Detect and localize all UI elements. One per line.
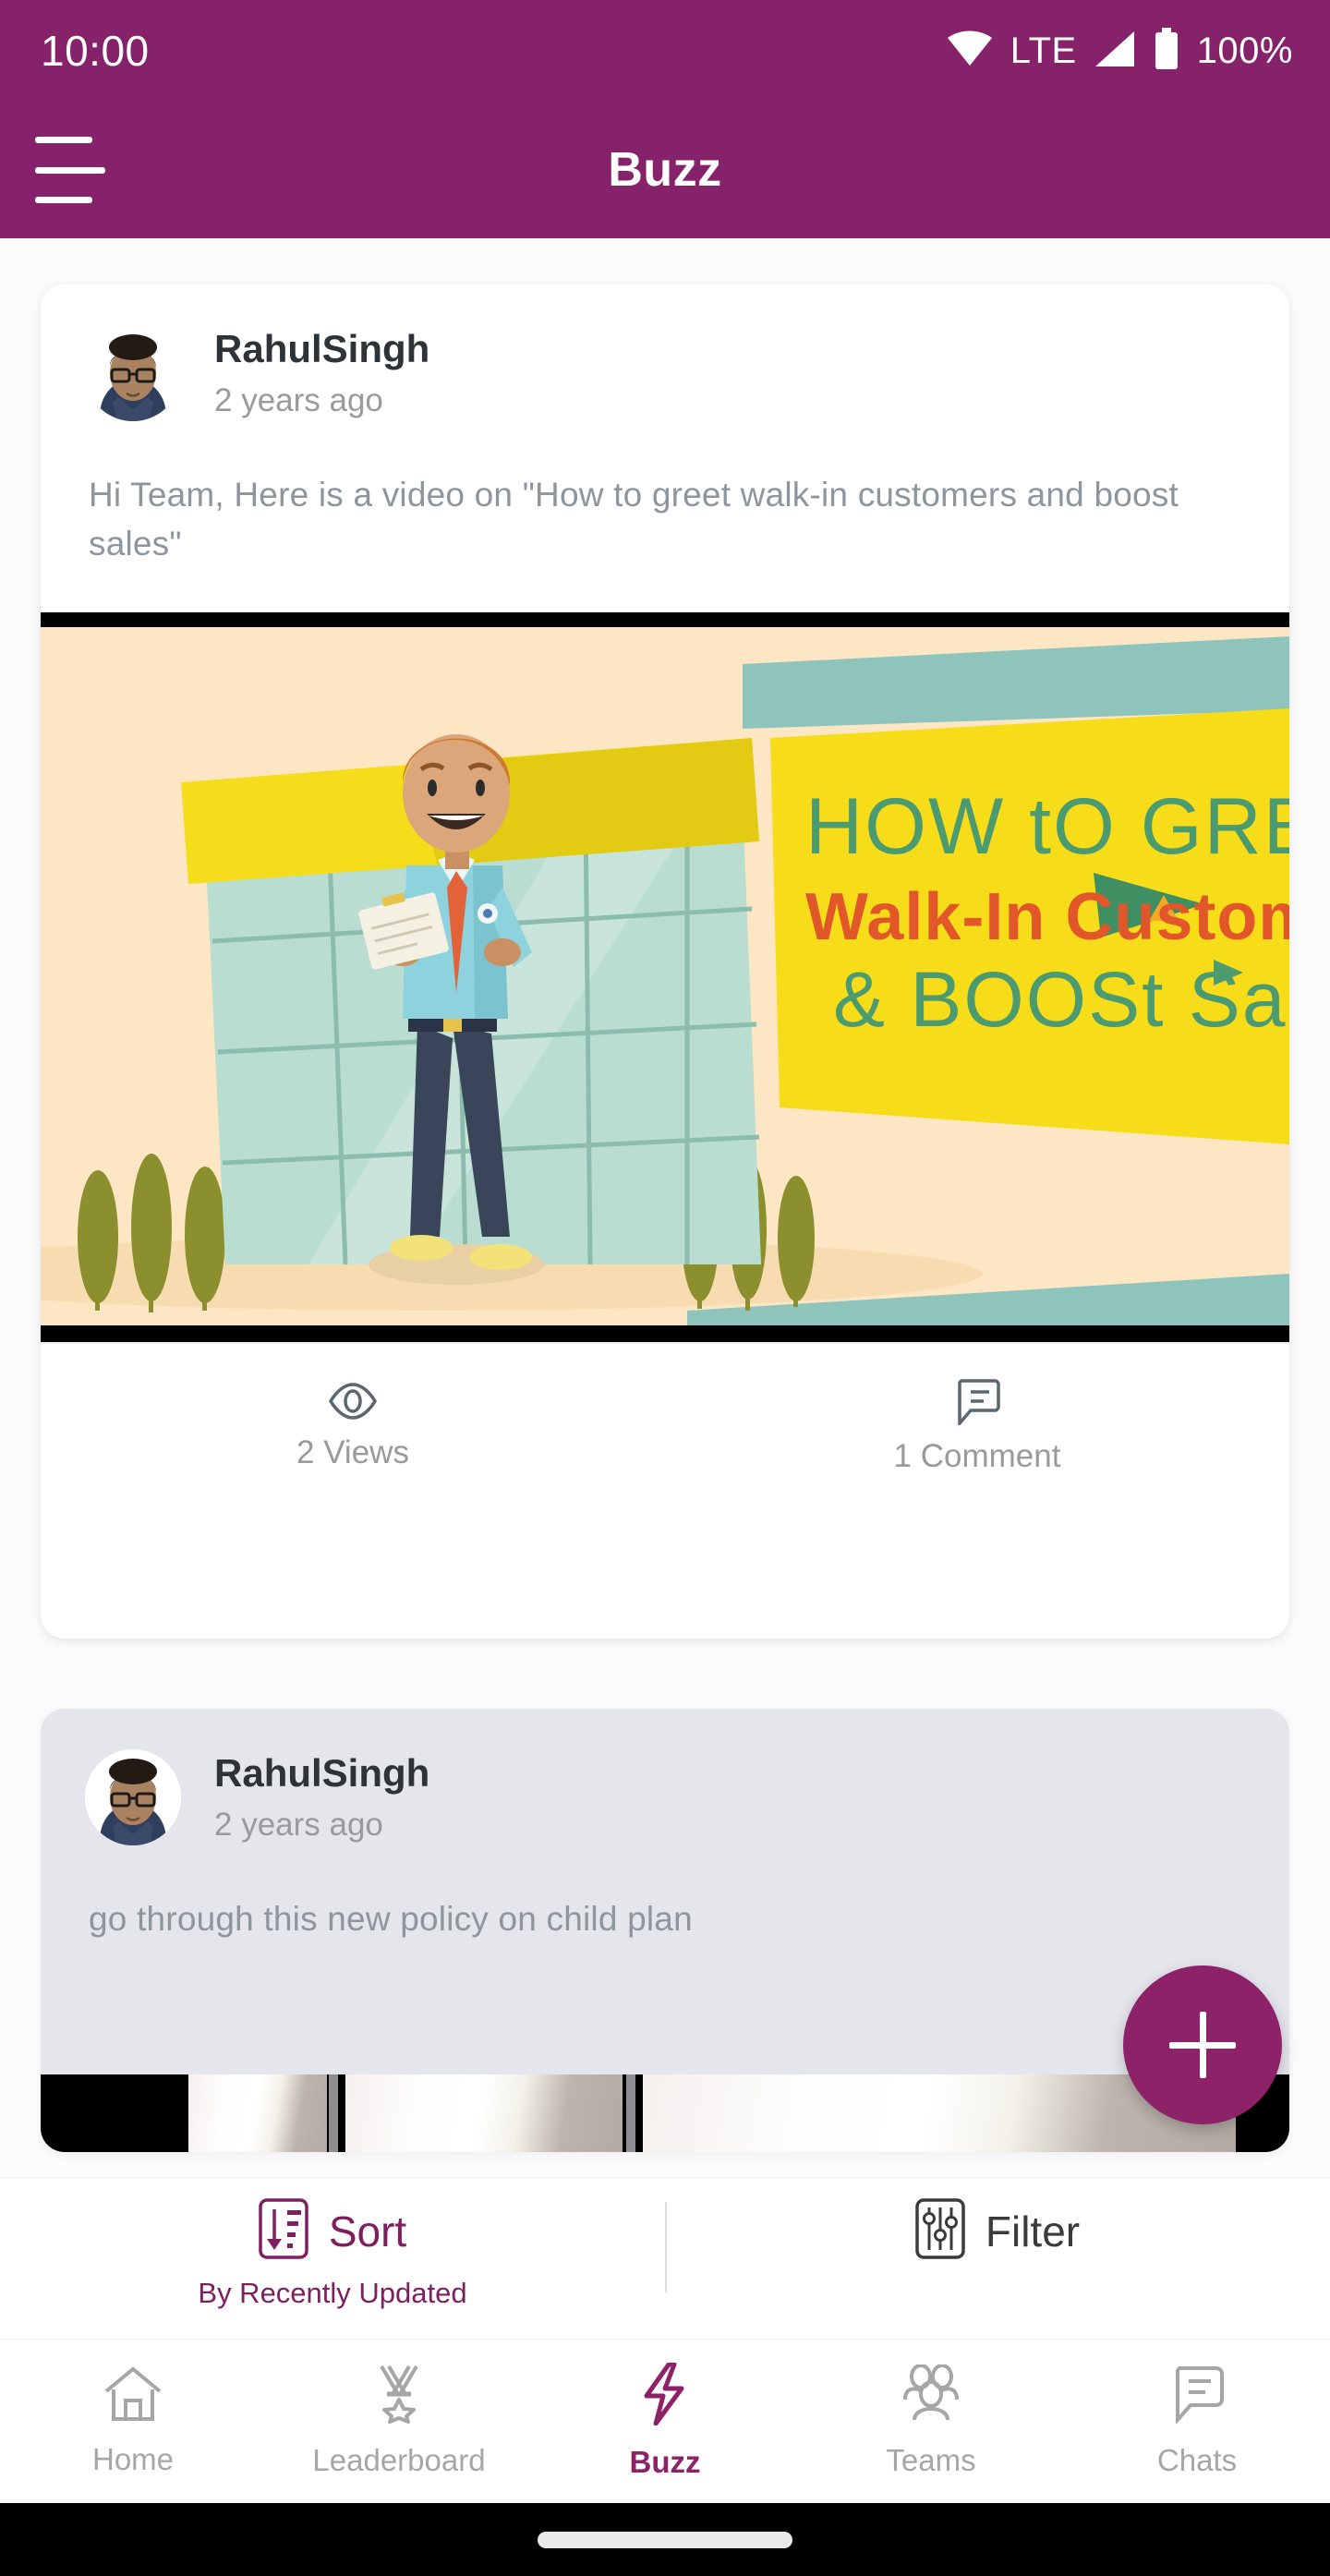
post-header: RahulSingh 2 years ago xyxy=(41,1709,1289,1845)
hamburger-menu-icon[interactable] xyxy=(35,137,105,203)
nav-item-teams[interactable]: Teams xyxy=(798,2364,1064,2478)
post-card[interactable]: RahulSingh 2 years ago go through this n… xyxy=(41,1709,1289,2152)
post-text: go through this new policy on child plan xyxy=(89,1900,693,1938)
avatar[interactable] xyxy=(85,1749,181,1845)
battery-percent-label: 100% xyxy=(1196,30,1293,71)
nav-item-home[interactable]: Home xyxy=(0,2365,266,2477)
buzz-feed[interactable]: RahulSingh 2 years ago Hi Team, Here is … xyxy=(0,238,1330,2177)
filter-sliders-icon xyxy=(915,2198,965,2264)
sort-button[interactable]: Sort By Recently Updated xyxy=(0,2178,665,2310)
post-author: RahulSingh xyxy=(214,1750,430,1795)
sort-descending-icon xyxy=(259,2198,308,2264)
battery-icon xyxy=(1153,27,1180,75)
post-text: Hi Team, Here is a video on "How to gree… xyxy=(89,476,1179,562)
wifi-icon xyxy=(946,30,994,72)
svg-text:& BOOSt SaleS: & BOOSt SaleS xyxy=(833,956,1289,1043)
create-post-fab[interactable] xyxy=(1123,1965,1282,2124)
avatar[interactable] xyxy=(85,325,181,421)
nav-label-buzz: Buzz xyxy=(629,2445,701,2479)
post-timestamp: 2 years ago xyxy=(214,382,383,419)
comment-bubble-icon xyxy=(954,1377,1000,1426)
network-type-label: LTE xyxy=(1010,30,1077,71)
post-stats-row: 2 Views 1 Comment xyxy=(41,1342,1289,1508)
page-title: Buzz xyxy=(608,143,722,197)
post-card[interactable]: RahulSingh 2 years ago Hi Team, Here is … xyxy=(41,284,1289,1639)
home-icon xyxy=(103,2365,163,2427)
post-video-thumbnail[interactable]: HOW tO GREEt Walk-In CustomerS & BOOSt S… xyxy=(41,612,1289,1343)
eye-icon xyxy=(327,1381,379,1421)
bottom-navigation: Home Leaderboard Buzz Teams Chats xyxy=(0,2339,1330,2503)
video-thumbnail-image: HOW tO GREEt Walk-In CustomerS & BOOSt S… xyxy=(41,627,1289,1326)
post-image-preview[interactable] xyxy=(41,2074,1289,2152)
gesture-pill[interactable] xyxy=(538,2531,792,2548)
status-bar-icons: LTE 100% xyxy=(946,27,1293,75)
svg-text:HOW tO GREEt: HOW tO GREEt xyxy=(805,782,1289,871)
filter-button[interactable]: Filter xyxy=(665,2178,1330,2264)
nav-label-teams: Teams xyxy=(886,2443,976,2477)
chat-bubble-icon xyxy=(1168,2364,1226,2428)
comments-label: 1 Comment xyxy=(893,1438,1061,1475)
views-label: 2 Views xyxy=(296,1434,409,1471)
medal-icon xyxy=(369,2364,429,2428)
svg-text:Walk-In CustomerS: Walk-In CustomerS xyxy=(805,880,1289,954)
sort-sublabel: By Recently Updated xyxy=(198,2277,467,2309)
post-meta: RahulSingh 2 years ago xyxy=(214,1751,429,1844)
post-header: RahulSingh 2 years ago xyxy=(41,284,1289,421)
post-meta: RahulSingh 2 years ago xyxy=(214,327,429,420)
sort-label: Sort xyxy=(328,2207,407,2256)
nav-item-buzz[interactable]: Buzz xyxy=(532,2362,798,2480)
nav-item-leaderboard[interactable]: Leaderboard xyxy=(266,2364,532,2478)
nav-label-leaderboard: Leaderboard xyxy=(312,2443,486,2477)
nav-item-chats[interactable]: Chats xyxy=(1064,2364,1330,2478)
people-group-icon xyxy=(898,2364,964,2428)
lightning-icon xyxy=(641,2362,689,2430)
sort-filter-bar: Sort By Recently Updated Filter xyxy=(0,2177,1330,2339)
app-bar: Buzz xyxy=(0,102,1330,238)
status-bar-clock: 10:00 xyxy=(41,27,150,75)
nav-label-home: Home xyxy=(91,2442,175,2476)
nav-label-chats: Chats xyxy=(1156,2443,1238,2477)
filter-label: Filter xyxy=(985,2207,1081,2256)
system-gesture-bar xyxy=(0,2503,1330,2576)
post-author: RahulSingh xyxy=(214,326,430,370)
comments-stat[interactable]: 1 Comment xyxy=(665,1377,1289,1475)
signal-icon xyxy=(1094,30,1136,73)
post-timestamp: 2 years ago xyxy=(214,1807,383,1844)
status-bar: 10:00 LTE 100% xyxy=(0,0,1330,102)
views-stat[interactable]: 2 Views xyxy=(41,1381,665,1471)
